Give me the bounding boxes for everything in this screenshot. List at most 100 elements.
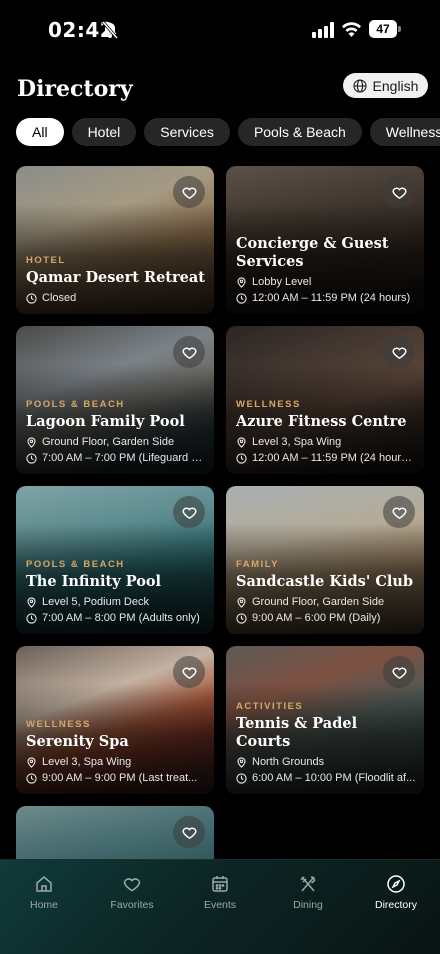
card-hours: 7:00 AM – 7:00 PM (Lifeguard o...	[26, 450, 206, 466]
page-title: Directory	[17, 76, 133, 102]
card-location: Ground Floor, Garden Side	[26, 434, 206, 450]
directory-card[interactable]: Concierge & Guest Services Lobby Level 1…	[226, 166, 424, 314]
card-category: HOTEL	[26, 255, 66, 266]
card-location: Level 3, Spa Wing	[26, 754, 206, 770]
nav-label: Directory	[374, 899, 417, 911]
location-pin-icon	[27, 756, 36, 768]
directory-card[interactable]: HOTEL Qamar Desert Retreat Closed	[16, 166, 214, 314]
battery-level: 47	[369, 20, 397, 38]
directory-card[interactable]: ACTIVITIES Tennis & Padel Courts North G…	[226, 646, 424, 794]
globe-icon	[352, 78, 367, 93]
nav-home[interactable]: Home	[0, 860, 88, 954]
card-category: FAMILY	[236, 559, 279, 570]
card-title: Azure Fitness Centre	[236, 413, 407, 430]
card-location: Level 5, Podium Deck	[26, 594, 206, 610]
fork-knife-icon	[300, 876, 316, 892]
card-title: Concierge & Guest Services	[236, 235, 389, 270]
card-hours: Closed	[26, 290, 206, 306]
battery-indicator: 47	[369, 20, 401, 38]
language-button[interactable]: English	[343, 73, 428, 98]
card-hours: 9:00 AM – 9:00 PM (Last treat...	[26, 770, 206, 786]
card-hours: 12:00 AM – 11:59 PM (24 hours)	[236, 290, 416, 306]
bell-slash-icon	[101, 21, 119, 39]
card-location: Level 3, Spa Wing	[236, 434, 416, 450]
clock-icon	[236, 612, 247, 624]
heart-icon	[391, 667, 407, 679]
nav-label: Dining	[293, 899, 323, 911]
favorite-button[interactable]	[173, 336, 205, 368]
nav-label: Events	[203, 899, 237, 911]
card-location: North Grounds	[236, 754, 416, 770]
wifi-icon	[342, 22, 361, 37]
filter-chip-all[interactable]: All	[16, 118, 64, 146]
heart-icon	[181, 827, 197, 839]
directory-card[interactable]: POOLS & BEACH Lagoon Family Pool Ground …	[16, 326, 214, 474]
compass-icon	[387, 875, 405, 893]
bottom-nav: Home Favorites Events Dining Directory	[0, 859, 440, 954]
card-title: Sandcastle Kids' Club	[236, 573, 414, 590]
card-hours: 6:00 AM – 10:00 PM (Floodlit af...	[236, 770, 416, 786]
favorite-button[interactable]	[383, 336, 415, 368]
favorite-button[interactable]	[173, 496, 205, 528]
card-title: The Infinity Pool	[26, 573, 162, 590]
card-title: Tennis & Padel Courts	[236, 715, 358, 750]
heart-icon	[391, 507, 407, 519]
card-hours: 12:00 AM – 11:59 PM (24 hours,...	[236, 450, 416, 466]
card-category: POOLS & BEACH	[26, 559, 125, 570]
card-location: Lobby Level	[236, 274, 416, 290]
card-category: WELLNESS	[236, 399, 301, 410]
clock-icon	[236, 452, 247, 464]
clock-icon	[236, 772, 247, 784]
location-pin-icon	[27, 436, 36, 448]
favorite-button[interactable]	[383, 656, 415, 688]
nav-events[interactable]: Events	[176, 860, 264, 954]
favorite-button[interactable]	[173, 656, 205, 688]
location-pin-icon	[237, 596, 246, 608]
card-hours: 7:00 AM – 8:00 PM (Adults only)	[26, 610, 206, 626]
location-pin-icon	[237, 276, 246, 288]
heart-icon	[391, 187, 407, 199]
directory-card[interactable]: WELLNESS Serenity Spa Level 3, Spa Wing …	[16, 646, 214, 794]
signal-icon	[312, 22, 334, 38]
filter-chips: All Hotel Services Pools & Beach Wellnes…	[16, 118, 440, 146]
card-location: Ground Floor, Garden Side	[236, 594, 416, 610]
directory-card[interactable]: POOLS & BEACH The Infinity Pool Level 5,…	[16, 486, 214, 634]
favorite-button[interactable]	[383, 496, 415, 528]
heart-icon	[123, 878, 141, 892]
card-title: Lagoon Family Pool	[26, 413, 185, 430]
nav-favorites[interactable]: Favorites	[88, 860, 176, 954]
heart-icon	[391, 347, 407, 359]
home-icon	[36, 876, 52, 892]
filter-chip-wellness[interactable]: Wellness	[369, 118, 440, 146]
location-pin-icon	[237, 756, 246, 768]
filter-chip-pools-beach[interactable]: Pools & Beach	[237, 118, 362, 146]
calendar-icon	[212, 876, 228, 892]
clock-icon	[26, 772, 37, 784]
clock-icon	[26, 612, 37, 624]
card-category: WELLNESS	[26, 719, 91, 730]
nav-dining[interactable]: Dining	[264, 860, 352, 954]
directory-card[interactable]: FAMILY Sandcastle Kids' Club Ground Floo…	[226, 486, 424, 634]
filter-chip-hotel[interactable]: Hotel	[71, 118, 137, 146]
nav-label: Favorites	[110, 899, 154, 911]
favorite-button[interactable]	[383, 176, 415, 208]
directory-card[interactable]: WELLNESS Azure Fitness Centre Level 3, S…	[226, 326, 424, 474]
favorite-button[interactable]	[173, 176, 205, 208]
heart-icon	[181, 667, 197, 679]
nav-directory[interactable]: Directory	[352, 860, 440, 954]
directory-card[interactable]	[16, 806, 214, 866]
clock-icon	[236, 292, 247, 304]
language-label: English	[372, 77, 419, 94]
card-hours: 9:00 AM – 6:00 PM (Daily)	[236, 610, 416, 626]
heart-icon	[181, 347, 197, 359]
location-pin-icon	[27, 596, 36, 608]
heart-icon	[181, 507, 197, 519]
card-category: ACTIVITIES	[236, 701, 304, 712]
clock-icon	[26, 292, 37, 304]
location-pin-icon	[237, 436, 246, 448]
heart-icon	[181, 187, 197, 199]
filter-chip-services[interactable]: Services	[144, 118, 230, 146]
clock-icon	[26, 452, 37, 464]
favorite-button[interactable]	[173, 816, 205, 848]
card-title: Serenity Spa	[26, 733, 129, 750]
